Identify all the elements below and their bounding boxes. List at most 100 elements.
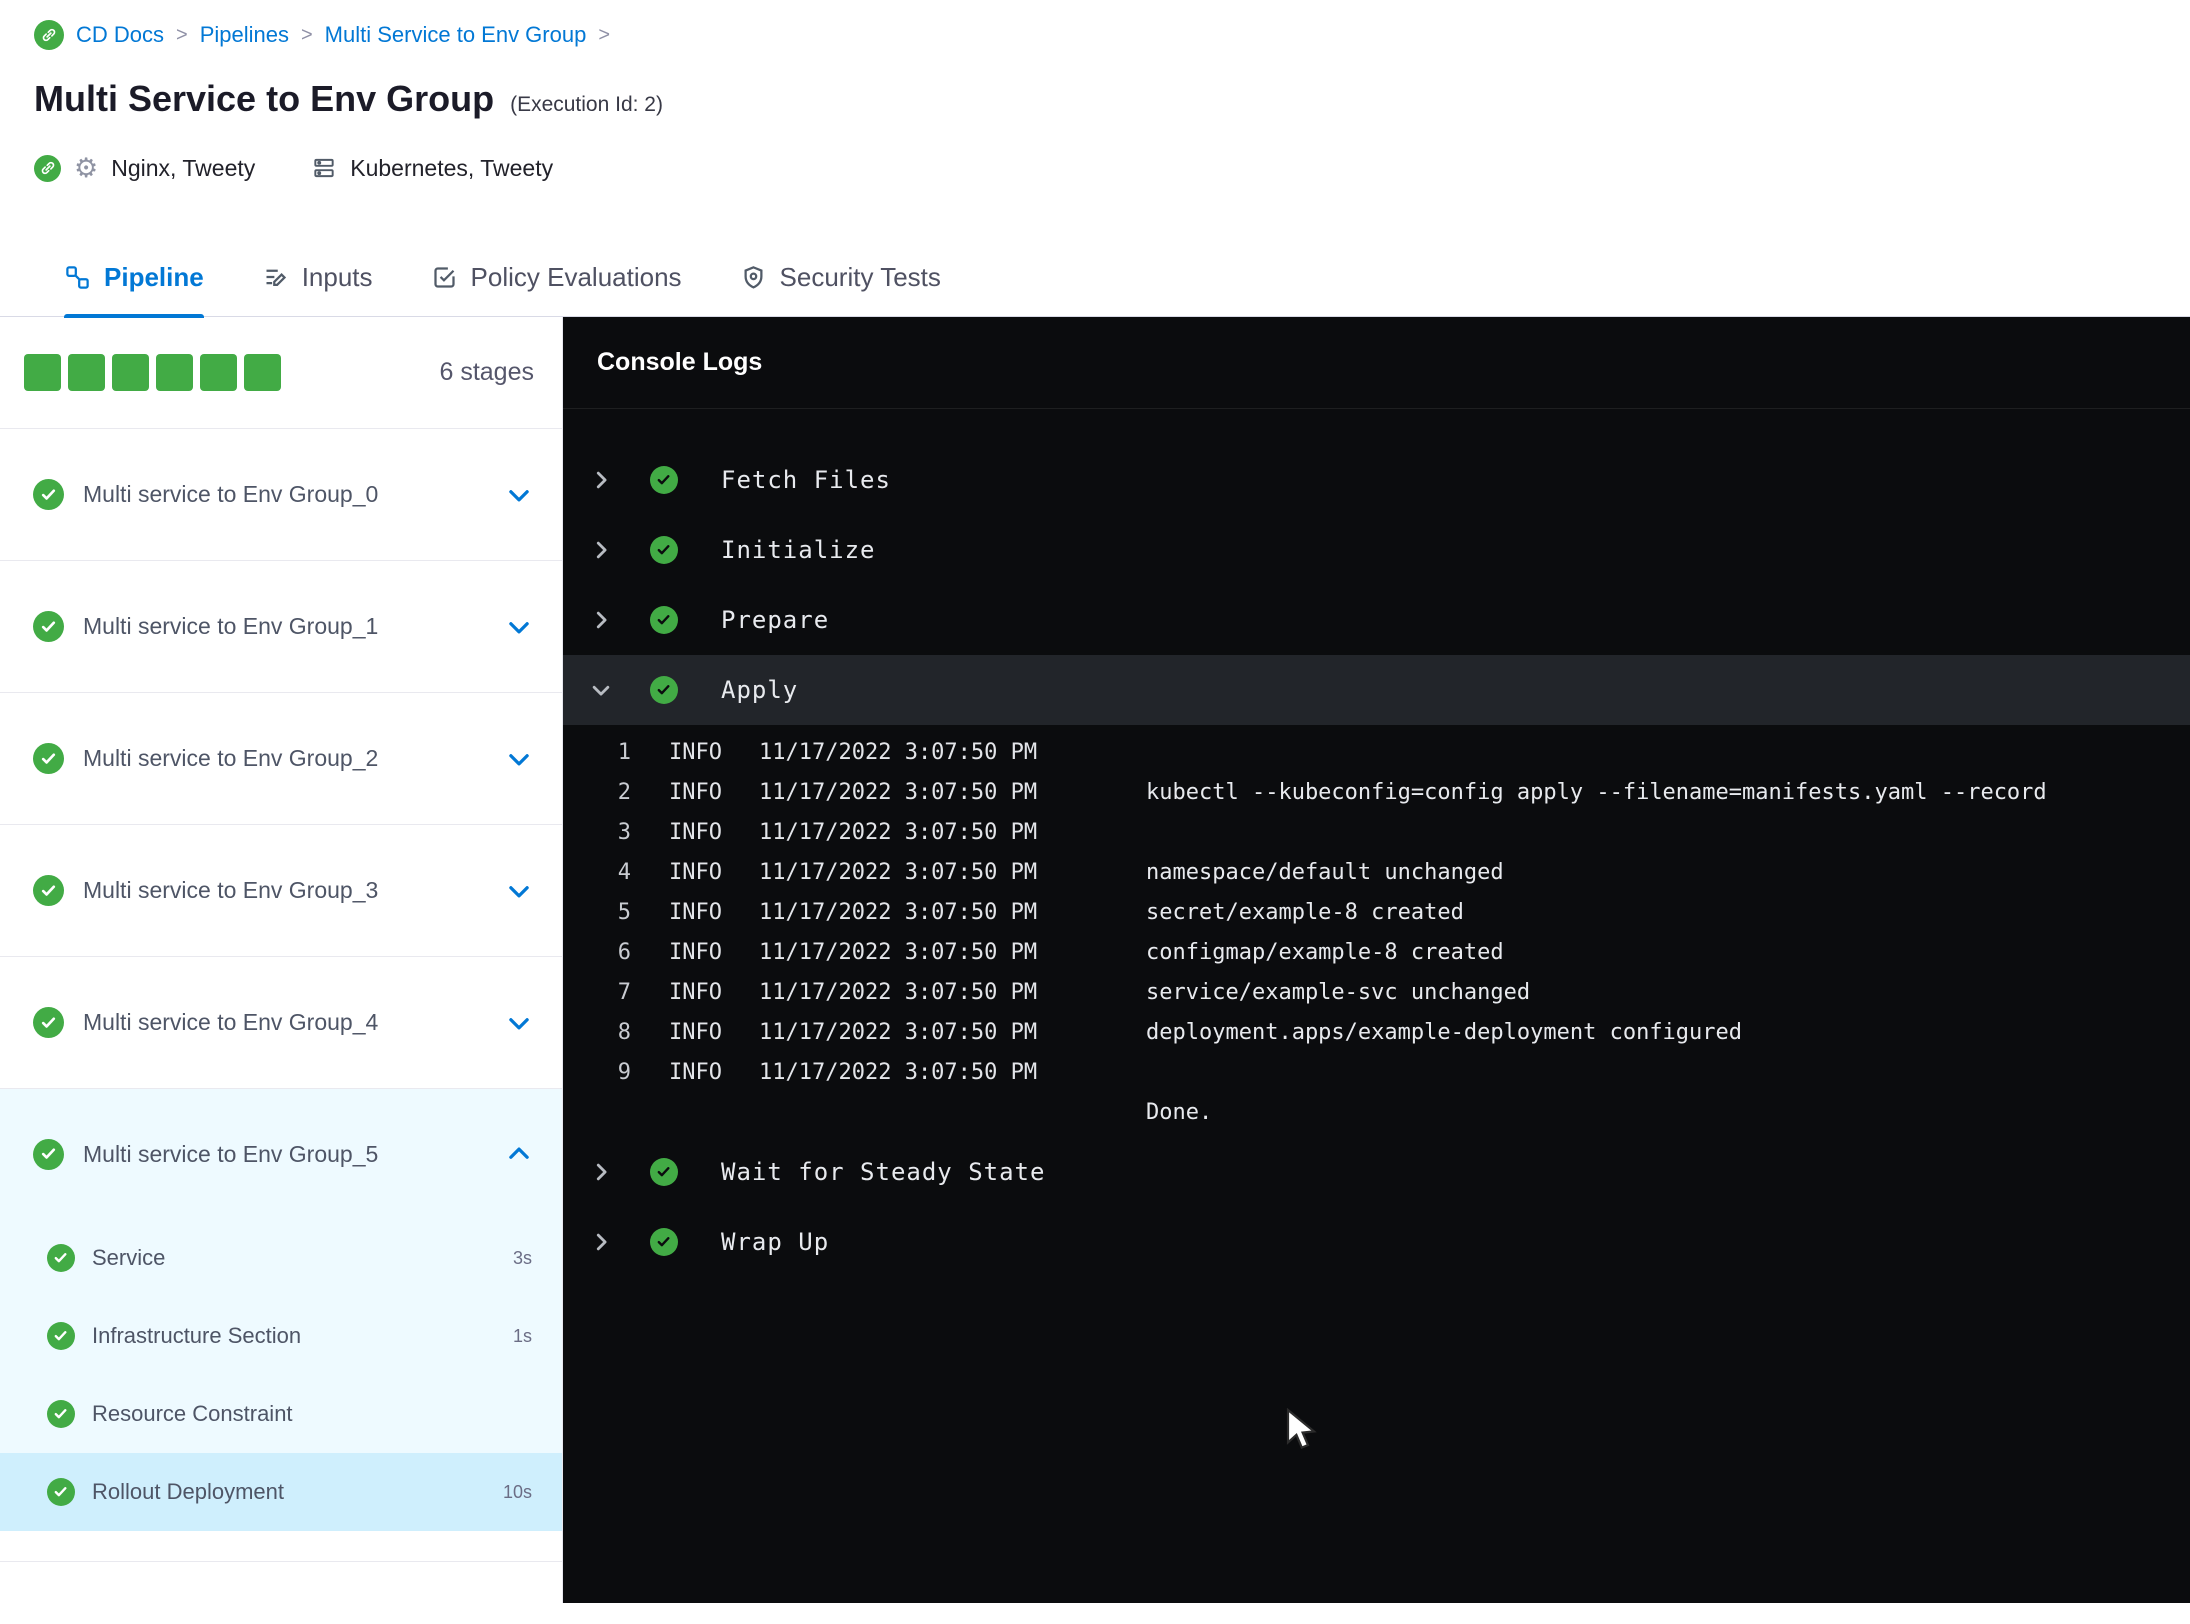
log-line-number: 4 xyxy=(617,860,631,885)
breadcrumb-pipelines[interactable]: Pipelines xyxy=(200,22,289,48)
tab-inputs-label: Inputs xyxy=(301,262,373,292)
chevron-right-icon[interactable] xyxy=(590,1231,612,1253)
chevron-down-icon[interactable] xyxy=(506,746,532,772)
pipeline-link-icon xyxy=(34,20,64,50)
log-line: 5 INFO 11/17/2022 3:07:50 PM secret/example… xyxy=(563,893,2190,933)
log-message: Done. xyxy=(1146,1100,1213,1125)
step-row-service[interactable]: Service 3s xyxy=(0,1219,562,1297)
success-check-icon xyxy=(47,1400,75,1428)
success-check-icon xyxy=(650,676,678,704)
log-timestamp xyxy=(759,1093,1146,1133)
link-icon xyxy=(34,154,61,182)
step-duration: 10s xyxy=(502,1481,532,1502)
chevron-right-icon[interactable] xyxy=(590,609,612,631)
success-check-icon xyxy=(650,536,678,564)
console-step-label: Prepare xyxy=(721,606,830,634)
chevron-down-icon[interactable] xyxy=(590,679,612,701)
console-panel: Console Logs Fetch Files Initialize Prep… xyxy=(563,317,2190,1603)
breadcrumb-separator: > xyxy=(176,23,188,46)
chevron-right-icon[interactable] xyxy=(590,1161,612,1183)
inputs-icon xyxy=(266,269,286,286)
services-group: ⚙ Nginx, Tweety xyxy=(34,154,256,182)
success-check-icon xyxy=(47,1478,75,1506)
log-line-number: 6 xyxy=(617,940,631,965)
tab-policy-evaluations[interactable]: Policy Evaluations xyxy=(431,239,682,317)
execution-id: (Execution Id: 2) xyxy=(510,93,663,116)
stage-square[interactable] xyxy=(24,354,61,391)
tab-bar: Pipeline Inputs Policy Evaluations Secur… xyxy=(0,239,2190,318)
stage-label: Multi service to Env Group_3 xyxy=(83,877,379,903)
console-step-initialize[interactable]: Initialize xyxy=(563,515,2190,585)
stage-square[interactable] xyxy=(112,354,149,391)
log-line: 3 INFO 11/17/2022 3:07:50 PM xyxy=(563,813,2190,853)
log-level: INFO xyxy=(669,1020,722,1045)
console-step-wait-for-steady-state[interactable]: Wait for Steady State xyxy=(563,1137,2190,1207)
stage-row-5[interactable]: Multi service to Env Group_5 xyxy=(0,1089,562,1219)
console-step-fetch-files[interactable]: Fetch Files xyxy=(563,445,2190,515)
stage-row-4[interactable]: Multi service to Env Group_4 xyxy=(0,957,562,1089)
chevron-down-icon[interactable] xyxy=(506,482,532,508)
log-level: INFO xyxy=(669,980,722,1005)
chevron-down-icon[interactable] xyxy=(506,1010,532,1036)
main-area: 6 stages Multi service to Env Group_0 Mu… xyxy=(0,317,2190,1603)
console-step-wrap-up[interactable]: Wrap Up xyxy=(563,1207,2190,1277)
tab-security-tests[interactable]: Security Tests xyxy=(740,239,941,317)
step-row-infrastructure[interactable]: Infrastructure Section 1s xyxy=(0,1297,562,1375)
success-check-icon xyxy=(33,611,64,642)
environment-label: Kubernetes, Tweety xyxy=(350,154,554,181)
services-label: Nginx, Tweety xyxy=(111,154,256,181)
apply-log-lines: 1 INFO 11/17/2022 3:07:50 PM 2 INFO 11/17/20… xyxy=(563,725,2190,1137)
success-check-icon xyxy=(33,1138,64,1170)
console-step-apply[interactable]: Apply xyxy=(563,655,2190,725)
log-message: deployment.apps/example-deployment confi… xyxy=(1146,1020,1743,1045)
step-label: Rollout Deployment xyxy=(92,1479,284,1504)
log-level: INFO xyxy=(669,900,722,925)
log-level: INFO xyxy=(669,1060,722,1085)
chevron-down-icon[interactable] xyxy=(506,614,532,640)
stage-square[interactable] xyxy=(68,354,105,391)
chevron-right-icon[interactable] xyxy=(590,539,612,561)
stage-square[interactable] xyxy=(244,354,281,391)
policy-check-icon xyxy=(433,267,455,288)
stage-label: Multi service to Env Group_1 xyxy=(83,613,379,639)
breadcrumb-pipeline-name[interactable]: Multi Service to Env Group xyxy=(325,22,587,48)
environment-group: Kubernetes, Tweety xyxy=(311,155,553,182)
log-line-number: 9 xyxy=(617,1060,631,1085)
breadcrumb-separator: > xyxy=(300,23,313,46)
stage-square[interactable] xyxy=(156,354,193,391)
tab-pipeline-label: Pipeline xyxy=(104,262,204,292)
stage-row-3[interactable]: Multi service to Env Group_3 xyxy=(0,825,562,957)
log-line-number xyxy=(603,1093,631,1133)
tab-inputs[interactable]: Inputs xyxy=(262,239,373,317)
stage-square[interactable] xyxy=(200,354,237,391)
log-message: configmap/example-8 created xyxy=(1146,940,1504,965)
log-timestamp: 11/17/2022 3:07:50 PM xyxy=(759,980,1038,1005)
tab-pipeline[interactable]: Pipeline xyxy=(64,239,204,318)
chevron-right-icon[interactable] xyxy=(590,469,612,491)
log-line: 1 INFO 11/17/2022 3:07:50 PM xyxy=(563,733,2190,773)
sidebar-divider xyxy=(0,1561,562,1562)
console-step-label: Initialize xyxy=(721,536,876,564)
stage-row-2[interactable]: Multi service to Env Group_2 xyxy=(0,693,562,825)
console-body: Fetch Files Initialize Prepare Apply 1 IN… xyxy=(563,409,2190,1277)
log-level xyxy=(669,1093,759,1133)
stage-row-1[interactable]: Multi service to Env Group_1 xyxy=(0,561,562,693)
console-header: Console Logs xyxy=(563,317,2190,409)
breadcrumb-cd-docs[interactable]: CD Docs xyxy=(76,22,164,48)
log-line-number: 5 xyxy=(617,900,631,925)
log-timestamp: 11/17/2022 3:07:50 PM xyxy=(759,780,1038,805)
step-row-resource-constraint[interactable]: Resource Constraint xyxy=(0,1375,562,1453)
stage-row-0[interactable]: Multi service to Env Group_0 xyxy=(0,429,562,561)
log-timestamp: 11/17/2022 3:07:50 PM xyxy=(759,1060,1038,1085)
log-message: service/example-svc unchanged xyxy=(1146,980,1531,1005)
success-check-icon xyxy=(33,479,64,510)
console-step-prepare[interactable]: Prepare xyxy=(563,585,2190,655)
log-timestamp: 11/17/2022 3:07:50 PM xyxy=(759,940,1038,965)
chevron-down-icon[interactable] xyxy=(506,878,532,904)
stage-label: Multi service to Env Group_5 xyxy=(83,1140,379,1167)
log-line-number: 1 xyxy=(617,740,631,765)
log-line-number: 2 xyxy=(617,780,631,805)
chevron-up-icon[interactable] xyxy=(506,1141,532,1167)
log-line: 8 INFO 11/17/2022 3:07:50 PM deployment.app… xyxy=(563,1013,2190,1053)
step-row-rollout-deployment[interactable]: Rollout Deployment 10s xyxy=(0,1453,562,1531)
